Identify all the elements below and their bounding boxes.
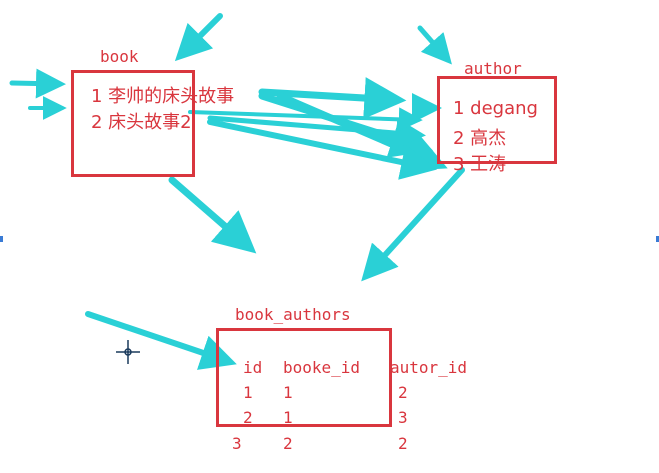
header-id: id [243,358,263,377]
arrow-book-author-3 [276,92,448,171]
book-row-2: 2 床头故事2 [91,112,192,133]
arrow-left-to-book-1 [9,68,66,99]
crosshair-cursor-icon [116,340,140,364]
book-row-1: 1 李帅的床头故事 [91,86,235,107]
author-row-3: 3 王涛 [453,154,507,175]
header-booke-id: booke_id [283,358,361,377]
arrow-book-author-5 [207,119,438,180]
left-edge-handle[interactable] [0,236,3,242]
book-title: book [100,47,139,66]
author-row-1: 1 degang [453,98,538,119]
cell-r1-author: 2 [398,383,408,402]
cell-r2-id: 2 [243,408,253,427]
arrow-book-author-4 [207,115,426,149]
cell-r3-id: 3 [232,434,242,453]
book-authors-title: book_authors [235,305,351,324]
arrow-book-author-2 [258,92,434,158]
arrow-author-to-join [361,167,465,282]
arrow-left-to-join [85,311,237,370]
arrow-book-author-1 [258,77,407,119]
cell-r2-author: 3 [398,408,408,427]
cell-r2-book: 1 [283,408,293,427]
header-autor-id: autor_id [390,358,468,377]
arrow-top-to-author [417,25,452,65]
cell-r3-book: 2 [283,434,293,453]
cell-r3-author: 2 [398,434,408,453]
arrow-book-to-join [168,176,257,254]
cell-r1-book: 1 [283,383,293,402]
diagram-canvas: book 1 李帅的床头故事 2 床头故事2 author 1 degang 2… [0,0,659,473]
author-row-2: 2 高杰 [453,128,507,149]
arrow-book-author-6 [188,107,423,132]
arrow-top-to-book [174,13,223,62]
cell-r1-id: 1 [243,383,253,402]
